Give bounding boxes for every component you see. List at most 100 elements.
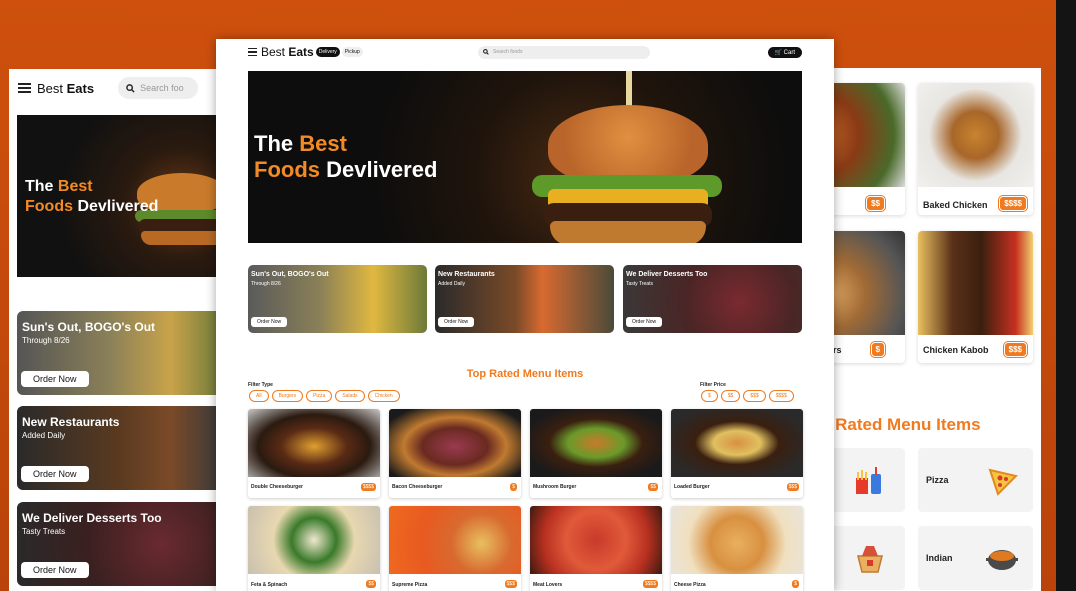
price-badge: $: [510, 483, 517, 491]
price-chip-4[interactable]: $$$$: [768, 390, 794, 402]
menu-item-card[interactable]: Baked Chicken $$$$: [918, 83, 1033, 215]
promo-subtitle: Through 8/26: [251, 281, 281, 287]
curry-pot-icon: [986, 550, 1018, 570]
section-title: p Rated Menu Items: [820, 415, 981, 434]
menu-icon[interactable]: [18, 83, 31, 93]
price-badge: $$: [366, 580, 376, 588]
promo-title: New Restaurants: [22, 415, 120, 429]
menu-item-card[interactable]: Meat Lovers $$$$: [530, 506, 662, 591]
promo-card[interactable]: Sun's Out, BOGO's Out Through 8/26 Order…: [248, 265, 427, 333]
top-nav: Best Eats Delivery Pickup Search foods 🛒…: [248, 45, 802, 59]
filter-chip-chicken[interactable]: Chicken: [367, 390, 400, 402]
menu-item-card[interactable]: Mushroom Burger $$: [530, 409, 662, 498]
cart-icon: 🛒: [774, 49, 782, 56]
price-chip-2[interactable]: $$: [720, 390, 741, 402]
menu-item-card[interactable]: Chicken Kabob $$$: [918, 231, 1033, 363]
price-badge: $$: [866, 196, 885, 211]
promo-card[interactable]: New Restaurants Added Daily Order Now: [17, 406, 222, 490]
brand-logo[interactable]: Best Eats: [261, 45, 314, 59]
search-icon: [126, 83, 135, 93]
bacon-cheeseburger-image: [389, 409, 521, 477]
filter-chip-burgers[interactable]: Burgers: [271, 390, 304, 402]
menu-item-card[interactable]: Loaded Burger $$$: [671, 409, 803, 498]
category-tile[interactable]: Pizza: [918, 448, 1033, 512]
order-now-button[interactable]: Order Now: [21, 371, 89, 387]
price-badge: $$$: [786, 483, 799, 491]
menu-item-name: Meat Lovers: [533, 582, 563, 588]
dark-edge: [1056, 0, 1076, 591]
price-badge: $$$: [1003, 342, 1027, 357]
search-input[interactable]: Search foo: [118, 77, 199, 99]
order-now-button[interactable]: Order Now: [438, 317, 475, 327]
cart-button[interactable]: 🛒 Cart: [767, 46, 802, 58]
bun-bottom-image: [141, 231, 222, 245]
filter-chip-all[interactable]: All: [249, 390, 269, 402]
menu-item-name: Bacon Cheeseburger: [392, 484, 443, 490]
filter-price-chips: $ $$ $$$ $$$$: [701, 390, 794, 402]
order-now-button[interactable]: Order Now: [21, 466, 89, 482]
promo-subtitle: Added Daily: [22, 431, 66, 440]
menu-item-name: Double Cheeseburger: [251, 484, 303, 490]
price-badge: $: [870, 342, 885, 357]
promo-subtitle: Tasty Treats: [22, 527, 66, 536]
search-placeholder: Search foods: [493, 49, 523, 55]
category-name: Indian: [926, 553, 953, 563]
filter-type-label: Filter Type: [248, 382, 273, 388]
cheese-pizza-image: [671, 506, 803, 574]
filter-chip-salads[interactable]: Salads: [335, 390, 365, 402]
menu-item-name: Loaded Burger: [674, 484, 710, 490]
search-input[interactable]: Search foods: [478, 45, 650, 59]
menu-item-name: Baked Chicken: [923, 200, 988, 210]
promo-subtitle: Added Daily: [438, 281, 465, 287]
pizza-icon: [988, 468, 1018, 496]
menu-icon[interactable]: [248, 48, 257, 56]
promo-title: Sun's Out, BOGO's Out: [251, 271, 329, 278]
filter-chip-pizza[interactable]: Pizza: [306, 390, 333, 402]
category-tile[interactable]: Indian: [918, 526, 1033, 590]
promo-card[interactable]: We Deliver Desserts Too Tasty Treats Ord…: [17, 502, 222, 586]
filter-price-label: Filter Price: [700, 382, 726, 388]
order-now-button[interactable]: Order Now: [251, 317, 288, 327]
menu-item-card[interactable]: Feta & Spinach $$: [248, 506, 380, 591]
menu-item-card[interactable]: Cheese Pizza $: [671, 506, 803, 591]
price-badge: $: [792, 580, 799, 588]
mobile-mockup: Best Eats Search foo The Best Foods Devl…: [9, 69, 234, 591]
promo-card[interactable]: Sun's Out, BOGO's Out Through 8/26 Order…: [17, 311, 222, 395]
loaded-burger-image: [671, 409, 803, 477]
price-chip-3[interactable]: $$$: [743, 390, 766, 402]
price-badge: $$: [648, 483, 658, 491]
brand-logo[interactable]: Best Eats: [37, 81, 94, 96]
price-badge: $$$: [504, 580, 517, 588]
chicken-kabob-image: [918, 231, 1033, 335]
price-badge: $$$$: [642, 580, 658, 588]
burger-bun-image: [548, 105, 708, 185]
fries-drink-icon: [856, 467, 881, 494]
promo-title: We Deliver Desserts Too: [22, 511, 162, 525]
delivery-toggle[interactable]: Delivery: [315, 47, 340, 57]
menu-item-name: Chicken Kabob: [923, 345, 989, 355]
search-icon: [483, 49, 489, 55]
price-badge: $$$$: [360, 483, 376, 491]
hero-title: The Best Foods Devlivered: [25, 178, 159, 215]
price-badge: $$$$: [999, 196, 1027, 211]
menu-item-name: Feta & Spinach: [251, 582, 288, 588]
toothpick-image: [626, 71, 632, 107]
menu-item-card[interactable]: Bacon Cheeseburger $: [389, 409, 521, 498]
baked-chicken-image: [918, 83, 1033, 187]
promo-title: We Deliver Desserts Too: [626, 271, 708, 278]
price-chip-1[interactable]: $: [701, 390, 718, 402]
pickup-toggle[interactable]: Pickup: [341, 47, 363, 57]
menu-item-name: Mushroom Burger: [533, 484, 577, 490]
supreme-pizza-image: [389, 506, 521, 574]
menu-item-name: Supreme Pizza: [392, 582, 428, 588]
order-now-button[interactable]: Order Now: [626, 317, 663, 327]
order-now-button[interactable]: Order Now: [21, 562, 89, 578]
promo-card[interactable]: We Deliver Desserts Too Tasty Treats Ord…: [623, 265, 802, 333]
menu-item-card[interactable]: Double Cheeseburger $$$$: [248, 409, 380, 498]
menu-item-card[interactable]: Supreme Pizza $$$: [389, 506, 521, 591]
promo-card[interactable]: New Restaurants Added Daily Order Now: [435, 265, 614, 333]
desktop-mockup: Best Eats Delivery Pickup Search foods 🛒…: [216, 39, 834, 591]
hero-title: The Best Foods Devlivered: [254, 131, 438, 182]
mushroom-burger-image: [530, 409, 662, 477]
menu-item-name: Cheese Pizza: [674, 582, 706, 588]
